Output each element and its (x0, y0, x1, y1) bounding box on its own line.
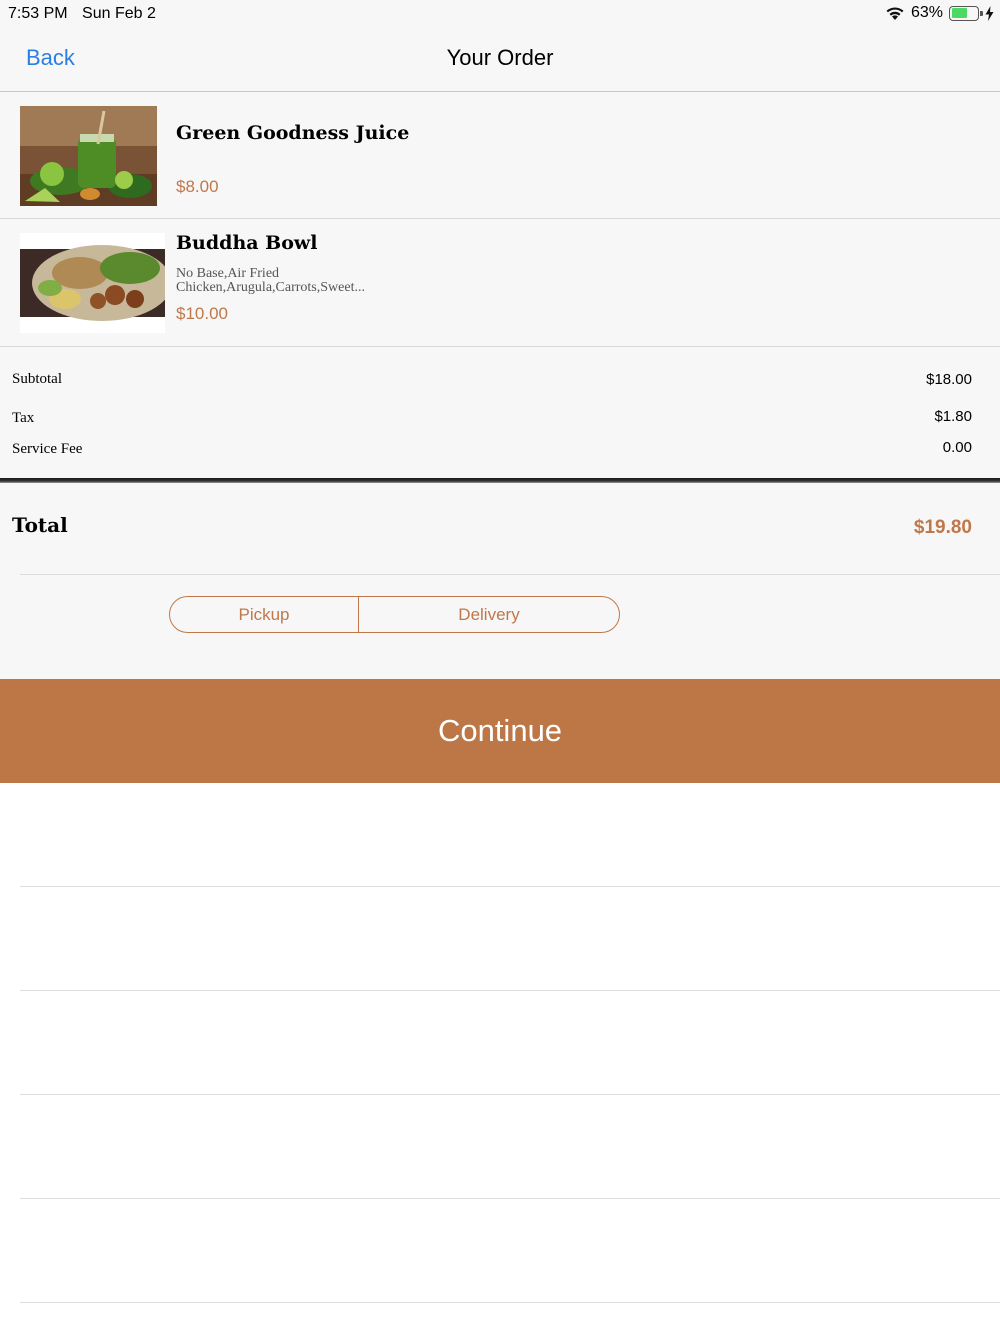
status-bar: 7:53 PM Sun Feb 2 63% (0, 0, 1000, 28)
wifi-icon (886, 7, 904, 20)
item-price: $8.00 (176, 177, 219, 196)
list-separator (20, 886, 1000, 887)
item-description-line: No Base,Air Fried (176, 267, 280, 281)
order-item[interactable]: Green Goodness Juice $8.00 (0, 92, 1000, 219)
item-description-line: Chicken,Arugula,Carrots,Sweet... (176, 281, 365, 295)
status-time: 7:53 PM (8, 5, 68, 22)
item-image (20, 233, 165, 333)
continue-button[interactable]: Continue (0, 679, 1000, 783)
order-content: Green Goodness Juice $8.00 Buddha Bowl N… (0, 92, 1000, 679)
empty-list-area (0, 783, 1000, 1334)
subtotal-label: Subtotal (12, 371, 63, 387)
item-image (20, 106, 157, 206)
battery-icon (949, 5, 983, 21)
service-fee-label: Service Fee (12, 441, 83, 457)
status-right: 63% (885, 4, 994, 22)
fulfillment-segmented-control: Pickup Delivery (169, 596, 620, 633)
battery-percent: 63% (910, 4, 943, 21)
list-separator (20, 1302, 1000, 1303)
total-row: Total $19.80 (0, 483, 1000, 575)
charging-bolt-icon (985, 5, 994, 21)
service-fee-value: 0.00 (942, 439, 972, 456)
item-name: Green Goodness Juice (176, 122, 410, 144)
battery-level-fill (951, 8, 968, 18)
subtotal-value: $18.00 (926, 371, 972, 388)
item-price: $10.00 (176, 304, 228, 323)
navigation-bar: Back Your Order (0, 28, 1000, 92)
tax-label: Tax (12, 410, 35, 426)
order-item[interactable]: Buddha Bowl No Base,Air Fried Chicken,Ar… (0, 219, 1000, 347)
total-label: Total (12, 513, 68, 537)
list-separator (20, 1198, 1000, 1199)
status-date: Sun Feb 2 (82, 5, 156, 22)
page-title: Your Order (446, 45, 554, 70)
item-description: No Base,Air Fried Chicken,Arugula,Carrot… (176, 267, 436, 295)
total-separator (20, 574, 1000, 575)
battery-cap (980, 10, 983, 16)
status-left: 7:53 PM Sun Feb 2 (8, 5, 166, 23)
buddha-bowl-photo-icon (20, 233, 165, 333)
item-name: Buddha Bowl (176, 232, 318, 254)
green-juice-photo-icon (20, 106, 157, 206)
tax-value: $1.80 (934, 408, 972, 425)
delivery-option[interactable]: Delivery (359, 597, 619, 632)
list-separator (20, 990, 1000, 991)
list-separator (20, 1094, 1000, 1095)
total-value: $19.80 (913, 517, 972, 538)
pickup-option[interactable]: Pickup (170, 597, 359, 632)
